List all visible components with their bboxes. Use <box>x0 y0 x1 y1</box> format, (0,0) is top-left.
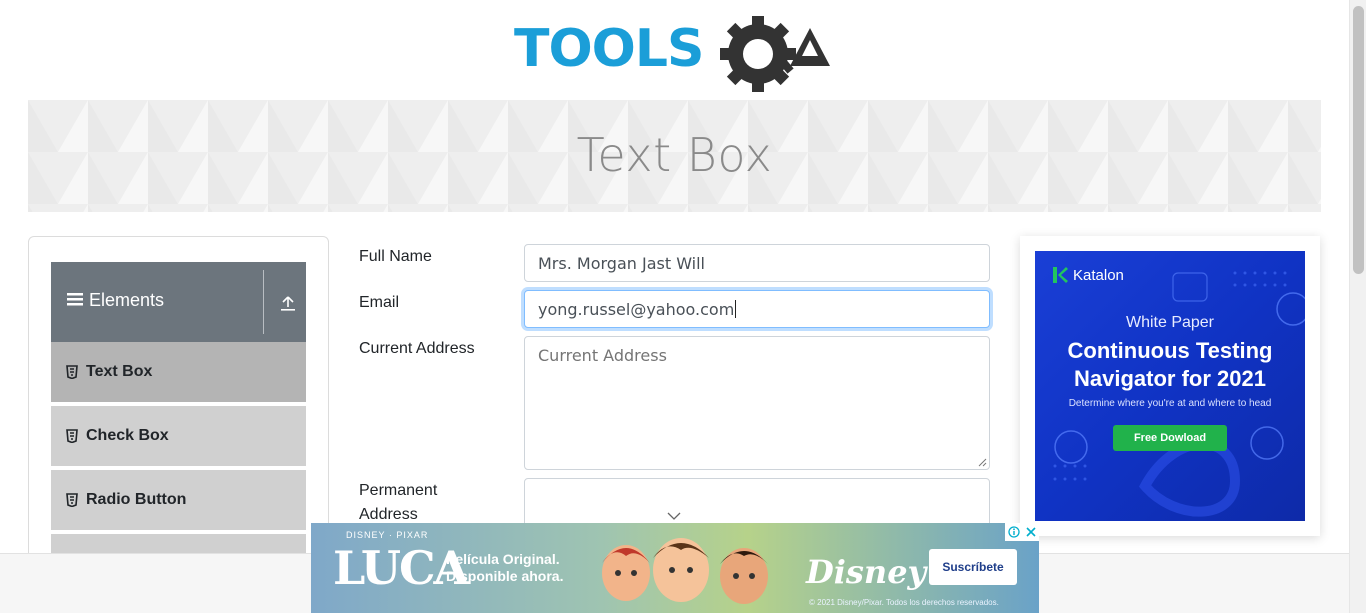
sidebar-group-elements[interactable]: Elements <box>51 262 306 342</box>
divider <box>263 270 264 334</box>
katalon-brand: Katalon <box>1052 266 1124 284</box>
page-banner: Text Box <box>28 100 1321 212</box>
ad-choices-controls <box>1005 523 1039 541</box>
ad-tagline: Película Original. Disponible ahora. <box>446 551 564 584</box>
toolsqa-logo[interactable]: TOOLS <box>514 16 838 92</box>
ad-subtext: Determine where you're at and where to h… <box>1068 398 1272 409</box>
ad-legal-text: © 2021 Disney/Pixar. Todos los derechos … <box>809 598 999 607</box>
sidebar-item-label: Text Box <box>86 363 153 380</box>
sidebar-group-title: Elements <box>67 290 164 311</box>
chevron-down-icon <box>667 512 681 520</box>
collapse-icon[interactable] <box>277 292 299 314</box>
full-name-field[interactable] <box>524 244 990 282</box>
scrollbar-thumb[interactable] <box>1353 6 1364 274</box>
html5-icon <box>66 493 78 507</box>
sidebar-group-label: Elements <box>89 290 165 310</box>
page: TOOLS Text Box Elements Text Box Check B… <box>0 0 1366 613</box>
sidebar-item-text-box[interactable]: Text Box <box>51 342 306 404</box>
sidebar-item-check-box[interactable]: Check Box <box>51 406 306 468</box>
ad-kicker: White Paper <box>1125 314 1215 331</box>
full-name-label: Full Name <box>359 248 432 265</box>
current-address-label: Current Address <box>359 340 475 357</box>
sidebar-item-label: Radio Button <box>86 491 187 508</box>
sidebar-item-label: Check Box <box>86 427 169 444</box>
text-cursor <box>735 300 737 318</box>
full-name-input[interactable] <box>538 245 976 281</box>
adchoices-icon[interactable] <box>1005 523 1022 541</box>
email-field[interactable]: yong.russel@yahoo.com <box>524 290 990 328</box>
svg-text:TOOLS: TOOLS <box>514 19 703 79</box>
side-ad-container: Katalon White Paper Continuous Testing N… <box>1020 236 1320 536</box>
katalon-logo-icon <box>1053 267 1068 283</box>
sidebar: Elements Text Box Check Box Radio Button <box>28 236 329 596</box>
html5-icon <box>66 429 78 443</box>
resize-grip-icon[interactable] <box>978 458 987 467</box>
free-download-button[interactable]: Free Dowload <box>1113 425 1227 451</box>
current-address-field[interactable] <box>524 336 990 470</box>
email-input[interactable]: yong.russel@yahoo.com <box>538 300 734 319</box>
sidebar-item-radio-button[interactable]: Radio Button <box>51 470 306 532</box>
subscribe-button[interactable]: Suscríbete <box>929 549 1017 585</box>
luca-disney-ad[interactable]: DISNEY · PIXAR LUCA Película Original. D… <box>311 523 1039 613</box>
page-title: Text Box <box>576 128 773 182</box>
vertical-scrollbar[interactable] <box>1349 0 1366 613</box>
html5-icon <box>66 365 78 379</box>
ad-headline: Continuous Testing Navigator for 2021 <box>1067 338 1273 391</box>
permanent-address-label: Permanent Address <box>359 482 438 523</box>
ad-characters-illustration <box>602 538 768 604</box>
ad-studio: DISNEY · PIXAR <box>346 530 429 540</box>
hamburger-icon <box>67 290 83 311</box>
close-ad-icon[interactable] <box>1022 523 1039 541</box>
email-label: Email <box>359 294 400 311</box>
katalon-ad[interactable]: Katalon White Paper Continuous Testing N… <box>1035 251 1305 521</box>
current-address-textarea[interactable] <box>538 337 976 469</box>
